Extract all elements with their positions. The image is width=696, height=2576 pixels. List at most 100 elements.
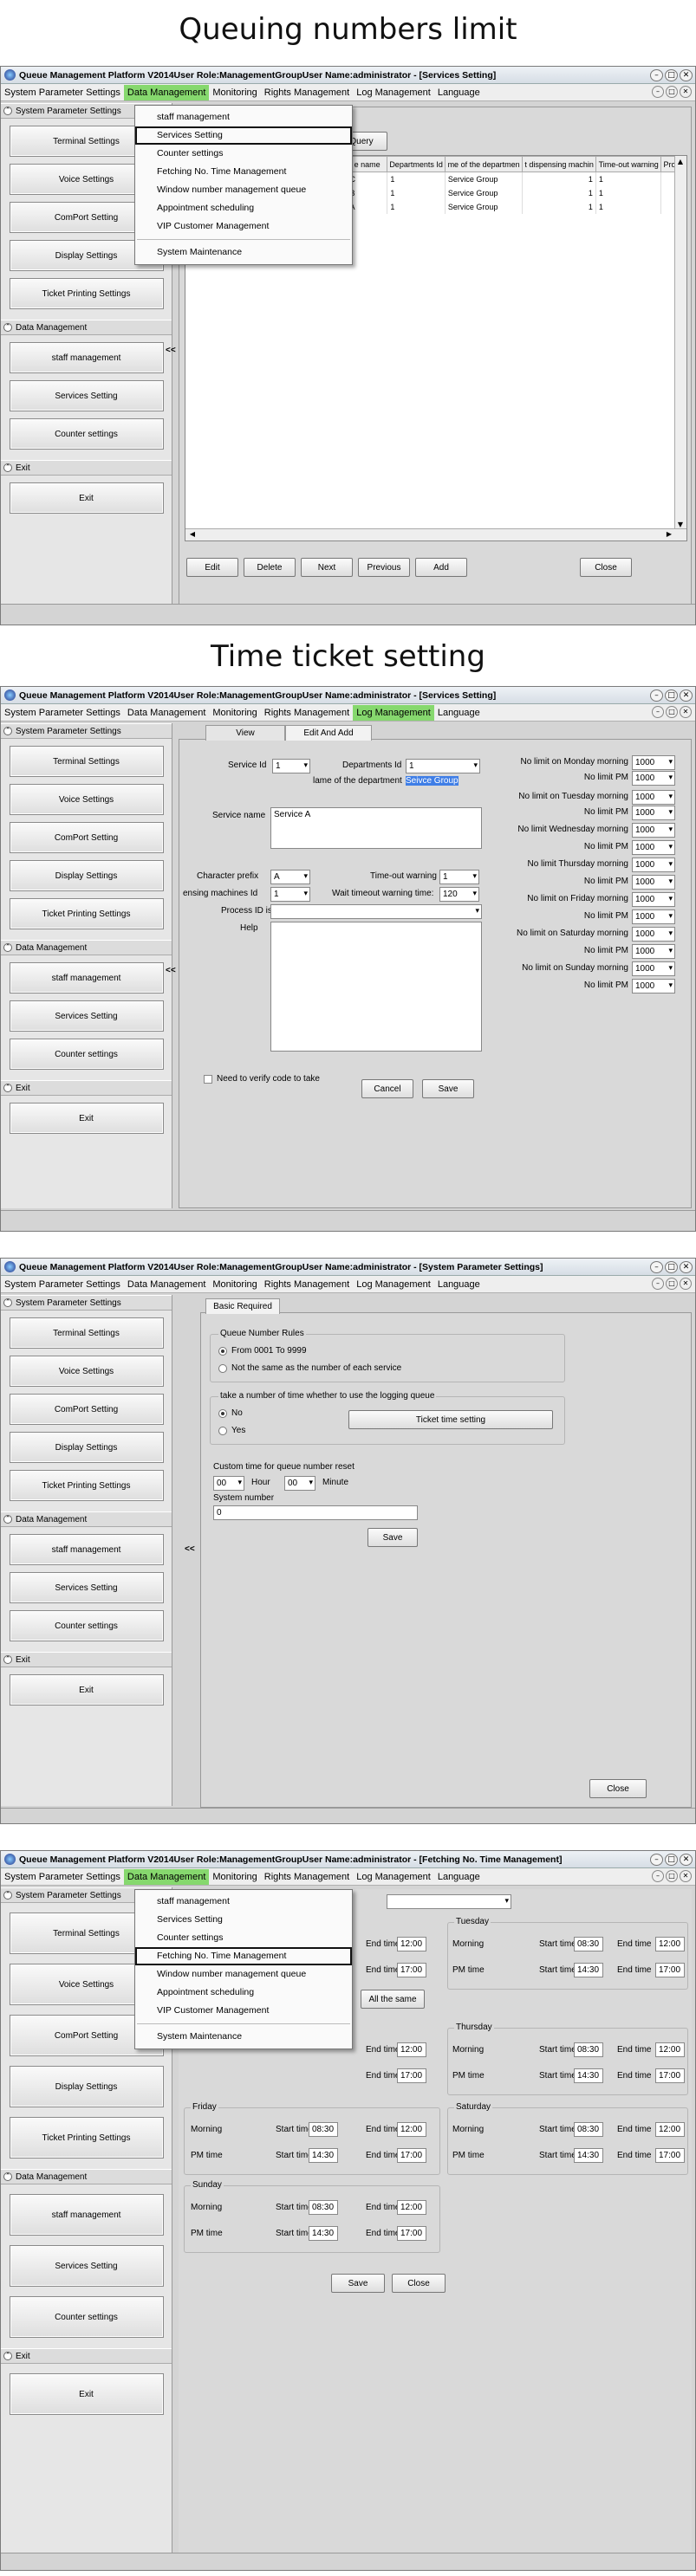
- menu-item-staff[interactable]: staff management: [135, 1893, 352, 1911]
- radio-not-same[interactable]: Not the same as the number of each servi…: [218, 1363, 401, 1373]
- sidebar-item-display[interactable]: Display Settings: [9, 2066, 164, 2107]
- menu-data-management[interactable]: Data Management: [124, 1277, 210, 1292]
- radio-no[interactable]: No: [218, 1408, 243, 1418]
- table-row[interactable]: B1Service Group11: [347, 185, 686, 200]
- child-minimize-icon[interactable]: –: [652, 1278, 664, 1290]
- sidebar-header-data[interactable]: ⌃ Data Management: [1, 1511, 172, 1527]
- sidebar-item-exit[interactable]: Exit: [9, 1103, 164, 1134]
- sidebar-header-system[interactable]: ⌃ System Parameter Settings: [1, 1295, 172, 1311]
- limit-select[interactable]: 1000: [632, 755, 675, 770]
- close-button[interactable]: Close: [589, 1779, 647, 1798]
- menu-rights-management[interactable]: Rights Management: [261, 705, 353, 721]
- wait-select[interactable]: 120: [439, 887, 479, 902]
- child-restore-icon[interactable]: □: [666, 1870, 678, 1882]
- tab-view[interactable]: View: [205, 725, 285, 741]
- end-time-input[interactable]: 17:00: [397, 2148, 426, 2163]
- scroll-left-icon[interactable]: ◀: [187, 530, 198, 538]
- sidebar-item-display[interactable]: Display Settings: [9, 860, 164, 891]
- menu-language[interactable]: Language: [434, 705, 484, 721]
- maximize-icon[interactable]: □: [665, 68, 678, 81]
- end-time-input[interactable]: 12:00: [397, 2122, 426, 2137]
- sidebar-item-counter[interactable]: Counter settings: [9, 2296, 164, 2338]
- menu-system-parameter[interactable]: System Parameter Settings: [1, 705, 124, 721]
- sidebar-item-counter[interactable]: Counter settings: [9, 1039, 164, 1070]
- sidebar-header-data[interactable]: ⌃ Data Management: [1, 940, 172, 955]
- end-time-input[interactable]: 12:00: [397, 1937, 426, 1951]
- sidebar-item-terminal[interactable]: Terminal Settings: [9, 1317, 164, 1349]
- child-close-icon[interactable]: ✕: [680, 706, 692, 718]
- sidebar-item-terminal[interactable]: Terminal Settings: [9, 746, 164, 777]
- process-select[interactable]: [270, 904, 482, 919]
- sidebar-header-exit[interactable]: ⌃ Exit: [1, 1080, 172, 1096]
- menu-data-management[interactable]: Data Management: [123, 1868, 210, 1885]
- service-name-input[interactable]: Service A: [270, 807, 482, 849]
- col-header[interactable]: t dispensing machin: [522, 156, 596, 172]
- limit-select[interactable]: 1000: [632, 909, 675, 924]
- col-header[interactable]: me of the departmen: [444, 156, 524, 172]
- scroll-up-icon[interactable]: ▲: [675, 158, 686, 165]
- dept-id-select[interactable]: 1: [406, 759, 480, 773]
- menu-data-management[interactable]: Data Management: [123, 84, 210, 100]
- end-time-input[interactable]: 12:00: [397, 2042, 426, 2057]
- child-close-icon[interactable]: ✕: [680, 1870, 692, 1882]
- minimize-icon[interactable]: –: [650, 68, 663, 81]
- sidebar-item-staff[interactable]: staff management: [9, 2194, 164, 2236]
- sidebar-item-exit[interactable]: Exit: [9, 482, 164, 514]
- sidebar-item-display[interactable]: Display Settings: [9, 1432, 164, 1463]
- cancel-button[interactable]: Cancel: [361, 1079, 413, 1098]
- limit-select[interactable]: 1000: [632, 858, 675, 872]
- end-time-input[interactable]: 12:00: [397, 2200, 426, 2215]
- child-restore-icon[interactable]: □: [666, 1278, 678, 1290]
- menu-system-parameter[interactable]: System Parameter Settings: [1, 1277, 124, 1292]
- menu-item-services[interactable]: Services Setting: [135, 126, 352, 145]
- limit-select[interactable]: 1000: [632, 790, 675, 805]
- scroll-down-icon[interactable]: ▼: [675, 521, 686, 528]
- limit-select[interactable]: 1000: [632, 892, 675, 907]
- next-button[interactable]: Next: [301, 558, 353, 577]
- end-time-input[interactable]: 12:00: [655, 1937, 685, 1951]
- limit-select[interactable]: 1000: [632, 944, 675, 959]
- menu-language[interactable]: Language: [434, 85, 484, 100]
- limit-select[interactable]: 1000: [632, 823, 675, 838]
- sidebar-item-counter[interactable]: Counter settings: [9, 418, 164, 450]
- start-time-input[interactable]: 08:30: [574, 1937, 603, 1951]
- minimize-icon[interactable]: –: [650, 1260, 663, 1273]
- menu-log-management[interactable]: Log Management: [353, 1869, 434, 1885]
- start-time-input[interactable]: 14:30: [574, 1963, 603, 1977]
- child-minimize-icon[interactable]: –: [652, 706, 664, 718]
- menu-language[interactable]: Language: [434, 1277, 484, 1292]
- add-button[interactable]: Add: [415, 558, 467, 577]
- previous-button[interactable]: Previous: [358, 558, 410, 577]
- end-time-input[interactable]: 17:00: [397, 2226, 426, 2241]
- sidebar-item-staff[interactable]: staff management: [9, 962, 164, 994]
- save-button[interactable]: Save: [331, 2274, 385, 2293]
- end-time-input[interactable]: 17:00: [397, 2068, 426, 2083]
- char-prefix-select[interactable]: A: [270, 870, 310, 884]
- menu-monitoring[interactable]: Monitoring: [209, 1869, 260, 1885]
- vertical-scrollbar[interactable]: ▲ ▼: [674, 156, 686, 530]
- collapse-sidebar-toggle[interactable]: <<: [185, 1544, 195, 1554]
- menu-item-appointment[interactable]: Appointment scheduling: [135, 1984, 352, 2002]
- horizontal-scrollbar[interactable]: ◀ ▶: [185, 528, 686, 540]
- sidebar-item-services[interactable]: Services Setting: [9, 2245, 164, 2287]
- collapse-sidebar-toggle[interactable]: <<: [166, 346, 176, 355]
- menu-item-maintenance[interactable]: System Maintenance: [135, 2028, 352, 2046]
- limit-select[interactable]: 1000: [632, 806, 675, 820]
- limit-select[interactable]: 1000: [632, 927, 675, 942]
- close-button[interactable]: Close: [392, 2274, 446, 2293]
- all-same-button[interactable]: All the same: [361, 1990, 425, 2009]
- sidebar-item-voice[interactable]: Voice Settings: [9, 784, 164, 815]
- sidebar-header-exit[interactable]: ⌃ Exit: [1, 2348, 172, 2364]
- radio-from-range[interactable]: From 0001 To 9999: [218, 1346, 307, 1356]
- help-textarea[interactable]: [270, 922, 482, 1052]
- menu-item-vip[interactable]: VIP Customer Management: [135, 217, 352, 236]
- menu-item-maintenance[interactable]: System Maintenance: [135, 243, 352, 262]
- end-time-input[interactable]: 17:00: [655, 2068, 685, 2083]
- limit-select[interactable]: 1000: [632, 961, 675, 976]
- service-id-select[interactable]: 1: [272, 759, 310, 773]
- menu-log-management[interactable]: Log Management: [353, 704, 434, 721]
- close-icon[interactable]: ✕: [680, 1853, 693, 1866]
- radio-yes[interactable]: Yes: [218, 1426, 245, 1435]
- end-time-input[interactable]: 12:00: [655, 2122, 685, 2137]
- maximize-icon[interactable]: □: [665, 1853, 678, 1866]
